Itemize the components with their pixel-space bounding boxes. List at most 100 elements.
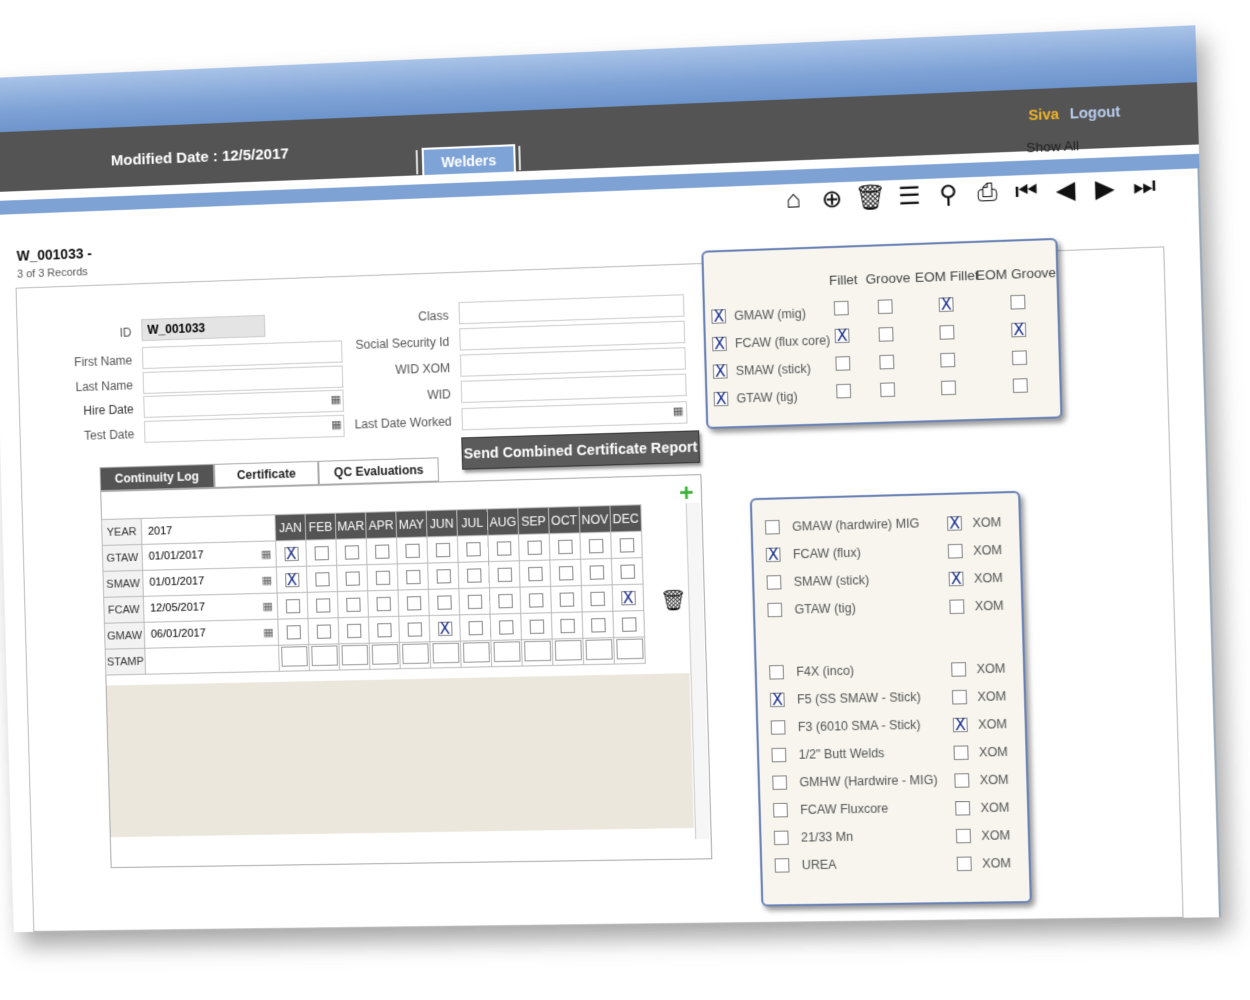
cert-checkbox[interactable] bbox=[772, 802, 788, 818]
stamp-input[interactable] bbox=[615, 638, 644, 660]
process-option-checkbox[interactable] bbox=[1010, 294, 1026, 310]
calendar-icon[interactable]: ▦ bbox=[262, 600, 273, 613]
cert-checkbox[interactable] bbox=[774, 858, 790, 873]
stamp-input[interactable] bbox=[584, 639, 613, 661]
list-icon[interactable]: ☰ bbox=[894, 181, 924, 211]
stamp-input[interactable] bbox=[280, 646, 308, 667]
first-icon[interactable]: ⏮ bbox=[1011, 177, 1041, 207]
xom-checkbox[interactable] bbox=[946, 516, 963, 531]
month-checkbox[interactable] bbox=[496, 540, 511, 556]
stamp-input[interactable] bbox=[462, 641, 490, 663]
month-checkbox[interactable] bbox=[465, 541, 481, 557]
stamp-input[interactable] bbox=[340, 644, 368, 666]
month-checkbox[interactable] bbox=[466, 567, 482, 583]
tab-continuity-log[interactable]: Continuity Log bbox=[99, 463, 215, 492]
process-option-checkbox[interactable] bbox=[940, 380, 957, 396]
process-date[interactable]: 06/01/2017 ▦ bbox=[144, 619, 279, 649]
calendar-icon[interactable]: ▦ bbox=[262, 574, 273, 587]
month-checkbox[interactable] bbox=[283, 546, 299, 561]
stamp-input[interactable] bbox=[431, 642, 459, 664]
tab-certificate[interactable]: Certificate bbox=[213, 460, 320, 488]
xom-checkbox[interactable] bbox=[949, 599, 965, 615]
month-checkbox[interactable] bbox=[315, 597, 330, 613]
month-checkbox[interactable] bbox=[407, 621, 422, 637]
prev-icon[interactable]: ◀ bbox=[1050, 175, 1081, 205]
month-checkbox[interactable] bbox=[313, 545, 329, 560]
month-checkbox[interactable] bbox=[436, 594, 452, 610]
process-date[interactable]: 01/01/2017 ▦ bbox=[142, 566, 278, 597]
month-checkbox[interactable] bbox=[314, 571, 330, 587]
month-checkbox[interactable] bbox=[619, 537, 634, 553]
process-option-checkbox[interactable] bbox=[833, 300, 849, 316]
process-date[interactable]: 01/01/2017 ▦ bbox=[141, 540, 277, 571]
process-checkbox[interactable] bbox=[711, 309, 727, 324]
cert-checkbox[interactable] bbox=[769, 664, 785, 680]
process-checkbox[interactable] bbox=[713, 391, 729, 407]
month-checkbox[interactable] bbox=[344, 570, 360, 586]
last-icon[interactable]: ⏭ bbox=[1129, 172, 1160, 202]
month-checkbox[interactable] bbox=[557, 539, 573, 554]
month-checkbox[interactable] bbox=[589, 591, 605, 606]
next-icon[interactable]: ▶ bbox=[1090, 173, 1121, 203]
process-checkbox[interactable] bbox=[712, 364, 728, 379]
month-checkbox[interactable] bbox=[559, 591, 574, 607]
process-option-checkbox[interactable] bbox=[1011, 322, 1027, 338]
month-checkbox[interactable] bbox=[590, 617, 606, 633]
month-checkbox[interactable] bbox=[375, 596, 391, 611]
xom-checkbox[interactable] bbox=[953, 745, 969, 761]
month-checkbox[interactable] bbox=[589, 564, 604, 580]
send-certificate-report-button[interactable]: Send Combined Certificate Report bbox=[461, 430, 701, 470]
xom-checkbox[interactable] bbox=[947, 543, 963, 559]
process-option-checkbox[interactable] bbox=[1012, 378, 1028, 394]
year-value[interactable]: 2017 bbox=[141, 514, 276, 545]
month-checkbox[interactable] bbox=[435, 542, 450, 557]
process-option-checkbox[interactable] bbox=[878, 326, 894, 342]
delete-row-icon[interactable]: 🗑 bbox=[660, 588, 687, 614]
xom-checkbox[interactable] bbox=[952, 717, 968, 733]
month-checkbox[interactable] bbox=[526, 539, 542, 555]
month-checkbox[interactable] bbox=[529, 618, 544, 634]
month-checkbox[interactable] bbox=[558, 565, 574, 581]
stamp-input[interactable] bbox=[371, 644, 399, 665]
xom-checkbox[interactable] bbox=[948, 571, 964, 587]
cert-checkbox[interactable] bbox=[771, 747, 787, 763]
xom-checkbox[interactable] bbox=[954, 773, 970, 788]
stamp-input[interactable] bbox=[554, 639, 582, 661]
xom-checkbox[interactable] bbox=[955, 828, 972, 844]
month-checkbox[interactable] bbox=[528, 592, 544, 608]
process-option-checkbox[interactable] bbox=[940, 352, 956, 368]
search-icon[interactable]: ⚲ bbox=[933, 180, 963, 210]
process-option-checkbox[interactable] bbox=[938, 297, 954, 313]
process-option-checkbox[interactable] bbox=[835, 356, 851, 371]
month-checkbox[interactable] bbox=[496, 567, 512, 582]
calendar-icon[interactable]: ▦ bbox=[263, 626, 274, 639]
month-checkbox[interactable] bbox=[285, 598, 300, 613]
xom-checkbox[interactable] bbox=[951, 662, 967, 677]
process-option-checkbox[interactable] bbox=[879, 354, 895, 370]
cert-checkbox[interactable] bbox=[770, 720, 786, 735]
process-date[interactable]: 12/05/2017 ▦ bbox=[143, 593, 278, 623]
xom-checkbox[interactable] bbox=[955, 800, 971, 816]
print-icon[interactable]: ⎙ bbox=[972, 178, 1002, 208]
month-checkbox[interactable] bbox=[404, 543, 420, 558]
logout-link[interactable]: Logout bbox=[1070, 103, 1121, 122]
calendar-icon[interactable]: ▦ bbox=[261, 548, 272, 561]
month-checkbox[interactable] bbox=[346, 623, 361, 638]
tab-qc-evaluations[interactable]: QC Evaluations bbox=[318, 457, 440, 485]
month-checkbox[interactable] bbox=[437, 621, 453, 636]
month-checkbox[interactable] bbox=[284, 572, 300, 587]
month-checkbox[interactable] bbox=[621, 616, 637, 632]
show-all-link[interactable]: Show All bbox=[1026, 138, 1079, 156]
month-checkbox[interactable] bbox=[406, 595, 421, 611]
cert-checkbox[interactable] bbox=[773, 830, 789, 846]
cert-checkbox[interactable] bbox=[769, 692, 785, 708]
month-checkbox[interactable] bbox=[286, 624, 301, 640]
process-checkbox[interactable] bbox=[711, 336, 727, 352]
process-option-checkbox[interactable] bbox=[834, 328, 850, 344]
cert-checkbox[interactable] bbox=[767, 602, 783, 618]
xom-checkbox[interactable] bbox=[951, 689, 968, 705]
xom-checkbox[interactable] bbox=[956, 856, 972, 872]
month-checkbox[interactable] bbox=[405, 569, 421, 584]
month-checkbox[interactable] bbox=[620, 590, 636, 605]
month-checkbox[interactable] bbox=[527, 566, 543, 581]
